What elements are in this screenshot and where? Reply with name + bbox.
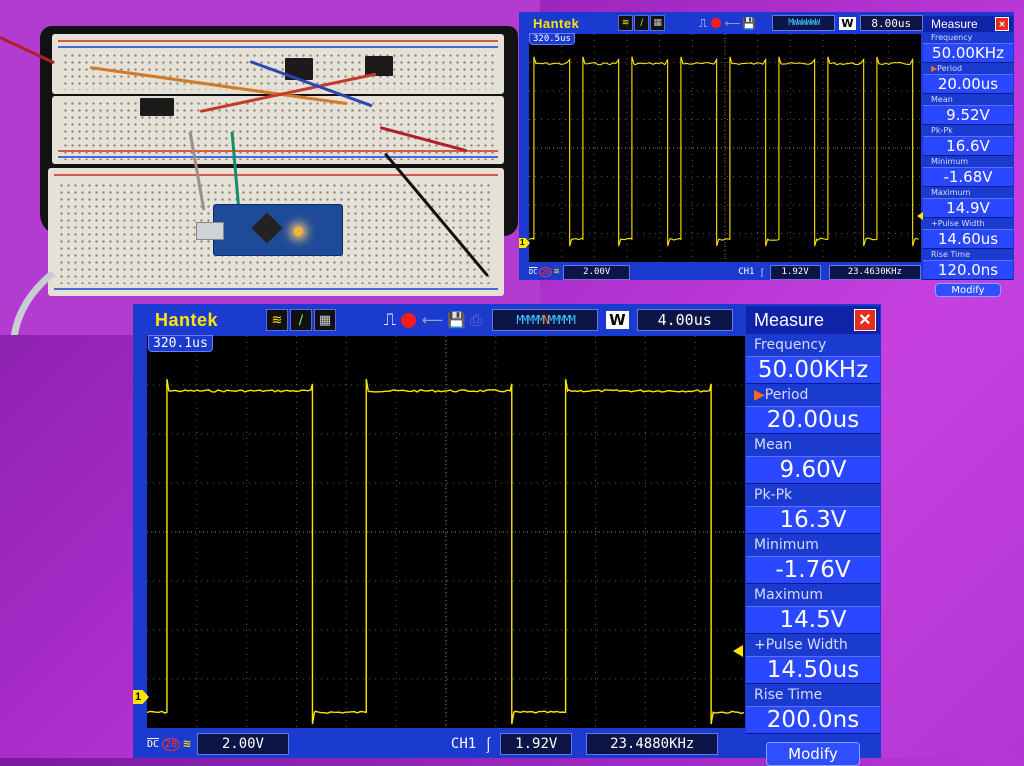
print-icon[interactable]: ⎙ [470,311,482,329]
save-icon[interactable]: 💾 [742,17,756,30]
measure-value: 50.00KHz [923,43,1013,63]
measure-title: Measure [931,17,978,31]
measure-label[interactable]: Minimum [923,156,1013,167]
measure-value: 20.00us [746,406,880,434]
breadboard-photo [0,0,540,335]
measure-label[interactable]: Mean [746,434,880,456]
trigger-channel[interactable]: CH1 [738,267,754,277]
probe-icon: ≋ [183,736,191,752]
bw-limit-indicator[interactable]: 20 [539,267,552,277]
measure-label[interactable]: Pk-Pk [923,125,1013,136]
timebase-display[interactable]: 8.00us [859,15,923,31]
measure-panel: Measure✕Frequency50.00KHzPeriod20.00usMe… [746,306,880,766]
close-icon[interactable]: ✕ [854,309,876,331]
timebase-position-bar[interactable]: MMMMMNMMMMM [492,309,599,331]
measure-value: 9.52V [923,105,1013,125]
rising-edge-icon[interactable]: ⎰ [757,266,766,279]
measure-value: 14.5V [746,606,880,634]
waveform-icon[interactable]: ≋ [618,15,634,31]
measure-label[interactable]: +Pulse Width [923,218,1013,229]
ramp-icon[interactable]: ∕ [634,15,650,31]
measure-label[interactable]: Frequency [746,334,880,356]
measure-label[interactable]: Pk-Pk [746,484,880,506]
measure-label[interactable]: Maximum [746,584,880,606]
trigger-position-marker: 320.1us [148,335,213,352]
scope-toolbar: Hantek ≋ ∕ ▦ ⎍ ⟵ 💾 MWWWWWW W 8.00us [519,12,923,34]
trigger-level-display[interactable]: 1.92V [769,264,821,280]
trigger-position-marker: 320.5us [529,33,575,45]
measure-label[interactable]: Maximum [923,187,1013,198]
pulse-icon[interactable]: ⎍ [384,310,396,330]
waveform-display[interactable] [529,34,921,262]
measure-value: 9.60V [746,456,880,484]
coupling-indicator[interactable]: DC [529,268,537,276]
frequency-counter: 23.4880KHz [586,733,719,755]
trigger-level-marker[interactable] [733,645,743,657]
measure-label[interactable]: Mean [923,94,1013,105]
brand-logo: Hantek [155,309,219,330]
scope-status-bar: DC 20 ≋ 2.00V CH1 ⎰ 1.92V 23.4630KHz [529,264,922,280]
measure-header: Measure ✕ [923,16,1013,32]
measure-value: 14.60us [923,229,1013,249]
display-icon[interactable]: ▦ [314,309,336,331]
measure-label[interactable]: Frequency [923,32,1013,43]
oscilloscope-screen-small: Hantek ≋ ∕ ▦ ⎍ ⟵ 💾 MWWWWWW W 8.00us 320.… [519,12,1014,297]
measure-value: -1.68V [923,167,1013,187]
window-mode-button[interactable]: W [839,16,856,30]
waveform-display[interactable] [147,336,745,728]
measure-value: 20.00us [923,74,1013,94]
rising-edge-icon[interactable]: ⎰ [480,732,496,756]
measure-value: -1.76V [746,556,880,584]
volts-div-display[interactable]: 2.00V [196,733,289,755]
probe-icon: ≋ [553,267,560,277]
waveform-plot [147,336,745,728]
volts-div-display[interactable]: 2.00V [563,264,631,280]
measure-value: 14.9V [923,198,1013,218]
measure-value: 16.3V [746,506,880,534]
measure-value: 200.0ns [746,706,880,734]
brand-logo: Hantek [533,15,580,31]
trigger-channel[interactable]: CH1 [451,736,476,752]
arrow-icon[interactable]: ⟵ [725,17,741,30]
frequency-counter: 23.4630KHz [828,264,922,280]
timebase-display[interactable]: 4.00us [636,309,733,331]
modify-button[interactable]: Modify [935,283,1001,297]
measure-header: Measure ✕ [746,306,880,334]
measure-label[interactable]: Rise Time [746,684,880,706]
waveform-plot [529,34,921,262]
measure-label[interactable]: Rise Time [923,249,1013,260]
ch1-trace [529,56,919,247]
coupling-indicator[interactable]: DC [147,739,159,750]
window-mode-button[interactable]: W [606,311,629,329]
measure-label[interactable]: +Pulse Width [746,634,880,656]
save-icon[interactable]: 💾 [447,311,466,329]
close-icon[interactable]: ✕ [995,17,1009,31]
measure-value: 120.0ns [923,260,1013,280]
measure-label[interactable]: Period [746,384,880,406]
record-icon[interactable] [711,18,721,28]
ic-chip [140,98,174,116]
timebase-position-bar[interactable]: MWWWWWW [771,15,836,31]
record-icon[interactable] [400,312,416,328]
measure-value: 16.6V [923,136,1013,156]
scope-status-bar: DC 20 ≋ 2.00V CH1 ⎰ 1.92V 23.4880KHz [147,732,745,756]
bw-limit-indicator[interactable]: 20 [162,737,181,751]
measure-value: 50.00KHz [746,356,880,384]
breadboard-middle [52,96,504,164]
arrow-icon[interactable]: ⟵ [422,311,444,329]
modify-button[interactable]: Modify [766,742,860,766]
pulse-icon[interactable]: ⎍ [699,16,707,31]
measure-value: 14.50us [746,656,880,684]
measure-panel: Measure✕Frequency50.00KHzPeriod20.00usMe… [923,16,1013,297]
oscilloscope-screen-large: Hantek ≋ ∕ ▦ ⎍ ⟵ 💾 ⎙ MMMMMNMMMMM W 4.00u… [133,304,881,766]
breadboard-top [52,34,504,94]
display-icon[interactable]: ▦ [650,15,666,31]
measure-label[interactable]: Period [923,63,1013,74]
measure-title: Measure [754,309,825,330]
waveform-icon[interactable]: ≋ [266,309,288,331]
ramp-icon[interactable]: ∕ [290,309,312,331]
measure-label[interactable]: Minimum [746,534,880,556]
scope-toolbar: Hantek ≋ ∕ ▦ ⎍ ⟵ 💾 ⎙ MMMMMNMMMMM W 4.00u… [133,304,745,336]
trigger-level-display[interactable]: 1.92V [500,733,573,755]
